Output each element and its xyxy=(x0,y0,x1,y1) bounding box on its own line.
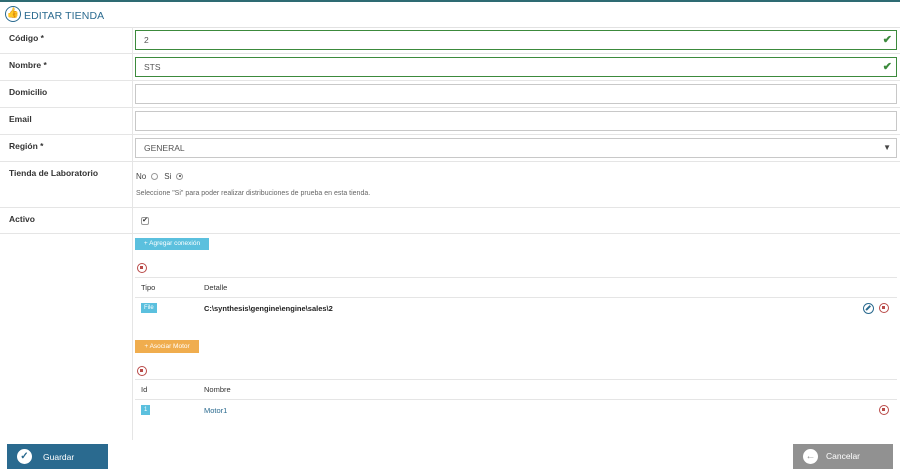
domicilio-row: Domicilio xyxy=(0,81,900,108)
codigo-label: Código * xyxy=(9,33,44,43)
thumbs-up-icon: 👍 xyxy=(5,6,21,22)
radio-no-label: No xyxy=(136,172,147,181)
associate-motor-button[interactable]: + Asociar Motor xyxy=(135,340,199,353)
check-icon: ✔ xyxy=(882,34,892,46)
col-detalle: Detalle xyxy=(204,283,228,292)
nombre-label: Nombre * xyxy=(9,60,47,70)
laboratorio-row: Tienda de Laboratorio No Si Seleccione "S… xyxy=(0,162,900,208)
codigo-row: Código * 2 ✔ xyxy=(0,27,900,54)
activo-label: Activo xyxy=(9,214,35,224)
laboratorio-radio-group: No Si xyxy=(136,172,189,181)
codigo-value: 2 xyxy=(144,35,149,45)
region-row: Región * GENERAL ▼ xyxy=(0,135,900,162)
nombre-row: Nombre * STS ✔ xyxy=(0,54,900,81)
region-label: Región * xyxy=(9,141,44,151)
col-nombre: Nombre xyxy=(204,385,231,394)
nombre-value: STS xyxy=(144,62,161,72)
email-input[interactable] xyxy=(135,111,897,131)
cancel-label: Cancelar xyxy=(826,451,861,461)
page-title: EDITAR TIENDA xyxy=(24,10,105,22)
check-circle-icon: ✓ xyxy=(17,449,32,464)
radio-si[interactable] xyxy=(176,172,184,180)
motor-name-link[interactable]: Motor1 xyxy=(204,406,227,415)
motor-id-badge: 1 xyxy=(141,405,151,415)
activo-checkbox[interactable]: ✔ xyxy=(141,217,149,225)
connection-detail: C:\synthesis\gengine\engine\sales\2 xyxy=(204,304,333,313)
save-label: Guardar xyxy=(43,452,75,462)
email-label: Email xyxy=(9,114,32,124)
radio-si-label: Si xyxy=(164,172,172,181)
caret-down-icon: ▼ xyxy=(883,143,891,152)
domicilio-label: Domicilio xyxy=(9,87,48,97)
delete-all-motors-icon[interactable] xyxy=(137,366,147,376)
laboratorio-hint: Seleccione "Si" para poder realizar dist… xyxy=(136,190,371,197)
domicilio-input[interactable] xyxy=(135,84,897,104)
save-button[interactable]: ✓ Guardar xyxy=(7,444,108,469)
radio-no[interactable] xyxy=(151,172,159,180)
activo-row: Activo ✔ xyxy=(0,208,900,234)
delete-all-connections-icon[interactable] xyxy=(137,263,147,273)
arrow-left-icon: ← xyxy=(803,449,818,464)
region-value: GENERAL xyxy=(144,143,185,153)
edit-icon[interactable] xyxy=(863,303,874,314)
connection-type-badge: File xyxy=(141,303,157,313)
nombre-input[interactable]: STS ✔ xyxy=(135,57,897,77)
delete-connection-icon[interactable] xyxy=(879,303,889,313)
col-tipo: Tipo xyxy=(141,283,156,292)
page-header: 👍 EDITAR TIENDA xyxy=(0,0,900,28)
region-select[interactable]: GENERAL ▼ xyxy=(135,138,897,158)
laboratorio-label: Tienda de Laboratorio xyxy=(9,168,99,178)
codigo-input[interactable]: 2 ✔ xyxy=(135,30,897,50)
check-icon: ✔ xyxy=(882,61,892,73)
add-connection-button[interactable]: + Agregar conexión xyxy=(135,238,209,250)
email-row: Email xyxy=(0,108,900,135)
cancel-button[interactable]: ← Cancelar xyxy=(793,444,893,469)
col-id: Id xyxy=(141,385,148,394)
delete-motor-icon[interactable] xyxy=(879,405,889,415)
